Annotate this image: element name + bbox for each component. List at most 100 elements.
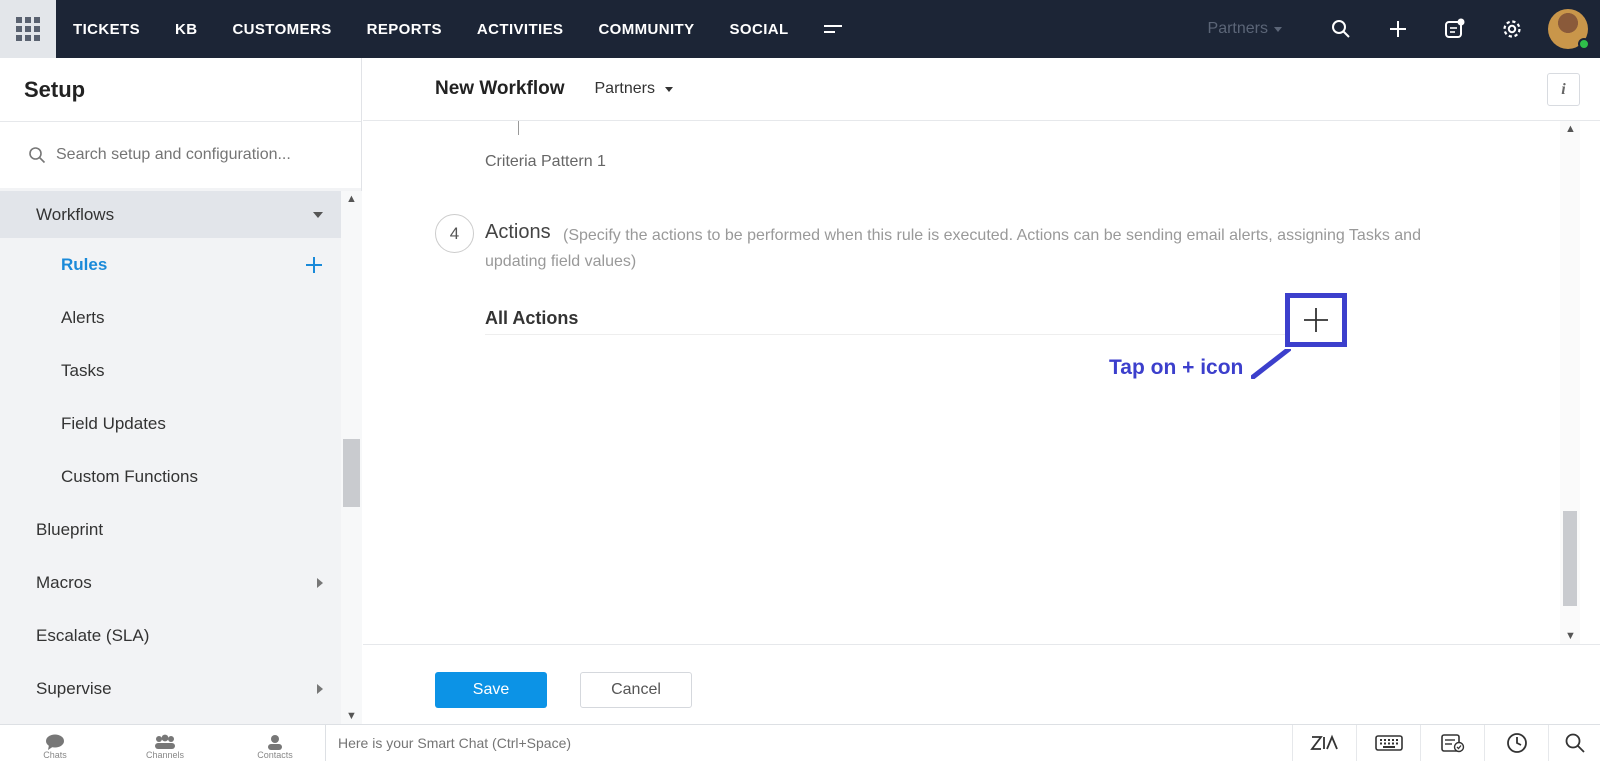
department-selector[interactable]: Partners bbox=[1208, 20, 1282, 38]
top-nav-actions: Partners bbox=[1208, 0, 1600, 58]
criteria-pattern: Criteria Pattern 1 bbox=[485, 153, 606, 170]
workflow-department-label: Partners bbox=[594, 80, 655, 97]
sidebar-item-alerts[interactable]: Alerts bbox=[0, 291, 341, 344]
caret-down-icon bbox=[1274, 26, 1282, 32]
sidebar-item-workflows[interactable]: Workflows bbox=[0, 191, 341, 238]
tab-reports[interactable]: REPORTS bbox=[367, 21, 442, 38]
sidebar-item-supervise[interactable]: Supervise bbox=[0, 662, 341, 715]
tab-tickets[interactable]: TICKETS bbox=[73, 21, 140, 38]
add-action-button[interactable] bbox=[1285, 293, 1347, 347]
divider bbox=[485, 334, 1305, 335]
top-navigation: TICKETS KB CUSTOMERS REPORTS ACTIVITIES … bbox=[0, 0, 1600, 58]
contacts-label: Contacts bbox=[257, 750, 293, 760]
new-item-button[interactable] bbox=[1369, 0, 1426, 58]
tab-customers[interactable]: CUSTOMERS bbox=[232, 21, 331, 38]
sidebar-item-label: Field Updates bbox=[61, 413, 166, 433]
channels-icon bbox=[155, 734, 175, 749]
setup-sidebar: Setup Workflows Rules Alerts Tasks Field… bbox=[0, 58, 362, 724]
apps-grid-icon bbox=[16, 17, 40, 41]
notifications-button[interactable] bbox=[1426, 0, 1483, 58]
workflow-header: New Workflow Partners i bbox=[363, 58, 1600, 121]
sidebar-scroll-thumb[interactable] bbox=[343, 439, 360, 507]
sidebar-item-custom-functions[interactable]: Custom Functions bbox=[0, 450, 341, 503]
sidebar-item-label: Rules bbox=[61, 254, 108, 274]
sidebar-item-escalate-sla[interactable]: Escalate (SLA) bbox=[0, 609, 341, 662]
content-scrollbar[interactable]: ▲ ▼ bbox=[1560, 121, 1580, 644]
caret-down-icon bbox=[313, 211, 323, 218]
tab-social[interactable]: SOCIAL bbox=[730, 21, 789, 38]
clock-icon bbox=[1506, 733, 1527, 753]
sidebar-item-blueprint[interactable]: Blueprint bbox=[0, 503, 341, 556]
chats-label: Chats bbox=[43, 750, 67, 760]
keyboard-shortcuts-button[interactable] bbox=[1356, 725, 1420, 761]
search-icon bbox=[1331, 20, 1350, 38]
plus-icon bbox=[1304, 308, 1328, 332]
scroll-up-icon[interactable]: ▲ bbox=[346, 193, 357, 205]
scroll-down-icon[interactable]: ▼ bbox=[346, 710, 357, 722]
all-actions-label: All Actions bbox=[485, 308, 579, 328]
channels-button[interactable]: Channels bbox=[110, 725, 220, 761]
sidebar-item-label: Escalate (SLA) bbox=[36, 625, 150, 645]
tab-kb[interactable]: KB bbox=[175, 21, 197, 38]
contacts-button[interactable]: Contacts bbox=[220, 725, 330, 761]
sidebar-item-label: Custom Functions bbox=[61, 466, 198, 486]
contact-icon bbox=[268, 735, 282, 750]
settings-button[interactable] bbox=[1483, 0, 1540, 58]
info-button[interactable]: i bbox=[1547, 73, 1580, 106]
notification-icon bbox=[1444, 18, 1464, 38]
search-icon bbox=[1565, 733, 1585, 753]
workflow-content: Criteria Pattern 1 4 Actions (Specify th… bbox=[363, 121, 1580, 644]
caret-down-icon bbox=[664, 86, 673, 92]
zia-button[interactable] bbox=[1292, 725, 1356, 761]
zia-icon bbox=[1309, 734, 1338, 750]
smart-chat-input[interactable] bbox=[338, 735, 1238, 751]
setup-header: Setup bbox=[0, 58, 361, 122]
tab-community[interactable]: COMMUNITY bbox=[598, 21, 694, 38]
global-search-button[interactable] bbox=[1548, 725, 1600, 761]
sidebar-item-macros[interactable]: Macros bbox=[0, 556, 341, 609]
setup-search bbox=[0, 122, 361, 188]
keyboard-icon bbox=[1374, 735, 1403, 751]
step-number-badge: 4 bbox=[435, 214, 474, 253]
scroll-down-icon[interactable]: ▼ bbox=[1565, 630, 1576, 642]
online-status-icon bbox=[1578, 38, 1590, 50]
smart-chat bbox=[325, 725, 1315, 761]
connector-line bbox=[518, 121, 519, 135]
cancel-button[interactable]: Cancel bbox=[580, 672, 692, 708]
module-tabs: TICKETS KB CUSTOMERS REPORTS ACTIVITIES … bbox=[73, 0, 846, 58]
tab-activities[interactable]: ACTIVITIES bbox=[477, 21, 564, 38]
scroll-up-icon[interactable]: ▲ bbox=[1565, 123, 1576, 135]
user-avatar[interactable] bbox=[1548, 9, 1590, 50]
recent-items-button[interactable] bbox=[1484, 725, 1548, 761]
channels-label: Channels bbox=[145, 750, 185, 760]
sidebar-item-tasks[interactable]: Tasks bbox=[0, 344, 341, 397]
save-button[interactable]: Save bbox=[435, 672, 547, 708]
sidebar-item-rules[interactable]: Rules bbox=[0, 238, 341, 291]
callout-pointer bbox=[1251, 349, 1291, 379]
search-icon bbox=[29, 147, 46, 164]
plus-icon bbox=[1389, 21, 1406, 37]
content-scroll-thumb[interactable] bbox=[1563, 511, 1577, 606]
gear-icon bbox=[1502, 20, 1521, 38]
chat-icon bbox=[46, 734, 64, 750]
bottom-bar: Chats Channels Contacts bbox=[0, 724, 1600, 761]
workflow-department-selector[interactable]: Partners bbox=[595, 80, 673, 98]
step-number: 4 bbox=[449, 223, 460, 243]
chats-button[interactable]: Chats bbox=[0, 725, 110, 761]
chevron-right-icon bbox=[317, 577, 323, 588]
apps-grid-button[interactable] bbox=[0, 0, 56, 58]
sidebar-item-label: Workflows bbox=[36, 204, 115, 224]
sidebar-item-label: Tasks bbox=[61, 360, 105, 380]
actions-description: (Specify the actions to be performed whe… bbox=[485, 227, 1421, 270]
search-button[interactable] bbox=[1312, 0, 1369, 58]
sidebar-scrollbar[interactable]: ▲ ▼ bbox=[341, 191, 362, 724]
tasks-tray-button[interactable] bbox=[1420, 725, 1484, 761]
add-rule-icon[interactable] bbox=[305, 256, 323, 274]
sidebar-item-label: Blueprint bbox=[36, 519, 104, 539]
form-footer: Save Cancel bbox=[363, 644, 1600, 724]
chevron-right-icon bbox=[317, 683, 323, 694]
sidebar-item-field-updates[interactable]: Field Updates bbox=[0, 397, 341, 450]
department-label: Partners bbox=[1207, 20, 1268, 37]
more-tabs-icon[interactable] bbox=[823, 22, 846, 36]
setup-search-input[interactable] bbox=[56, 146, 336, 164]
